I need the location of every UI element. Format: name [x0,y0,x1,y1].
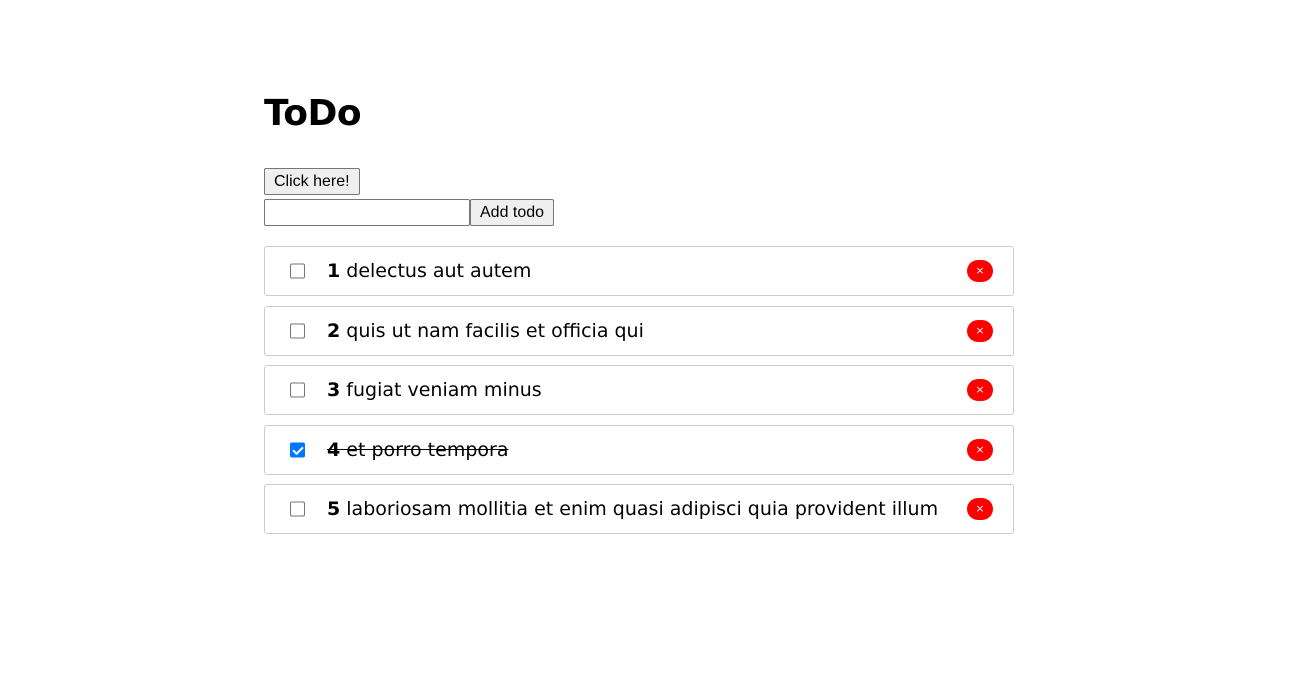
todo-checkbox[interactable] [290,501,305,517]
todo-label: quis ut nam facilis et officia qui [346,319,644,342]
todo-text: 4 et porro tempora [327,425,508,475]
todo-item: 5 laboriosam mollitia et enim quasi adip… [264,484,1014,534]
todo-item: 4 et porro tempora × [264,424,1014,475]
todo-label: et porro tempora [346,438,509,461]
todo-number: 1 [327,260,341,282]
todo-text: 1 delectus aut autem [327,246,531,296]
todo-number: 5 [327,498,341,520]
todo-text: 5 laboriosam mollitia et enim quasi adip… [327,484,938,534]
todo-text: 2 quis ut nam facilis et officia qui [327,306,644,356]
delete-icon[interactable]: × [967,498,993,520]
delete-icon[interactable]: × [967,260,993,282]
todo-text: 3 fugiat veniam minus [327,365,542,415]
add-todo-form: Add todo [264,199,555,226]
todo-number: 2 [327,319,341,342]
delete-icon[interactable]: × [967,438,993,461]
todo-checkbox[interactable] [290,263,305,279]
todo-number: 3 [327,379,341,401]
todo-label: delectus aut autem [346,260,532,282]
delete-icon[interactable]: × [967,319,993,342]
todo-item: 2 quis ut nam facilis et officia qui × [264,305,1014,356]
delete-icon[interactable]: × [967,379,993,401]
todo-item: 3 fugiat veniam minus × [264,365,1014,415]
click-here-button[interactable]: Click here! [264,168,360,195]
todo-label: laboriosam mollitia et enim quasi adipis… [346,498,939,520]
todo-list: 1 delectus aut autem × 2 quis ut nam fac… [264,246,1014,544]
todo-checkbox[interactable] [290,442,305,457]
add-todo-button[interactable]: Add todo [470,199,555,226]
todo-checkbox[interactable] [290,323,305,338]
page-title: ToDo [264,93,362,134]
todo-item: 1 delectus aut autem × [264,246,1014,296]
todo-checkbox[interactable] [290,382,305,398]
todo-number: 4 [327,438,341,461]
todo-input[interactable] [264,199,470,226]
todo-label: fugiat veniam minus [346,379,542,401]
